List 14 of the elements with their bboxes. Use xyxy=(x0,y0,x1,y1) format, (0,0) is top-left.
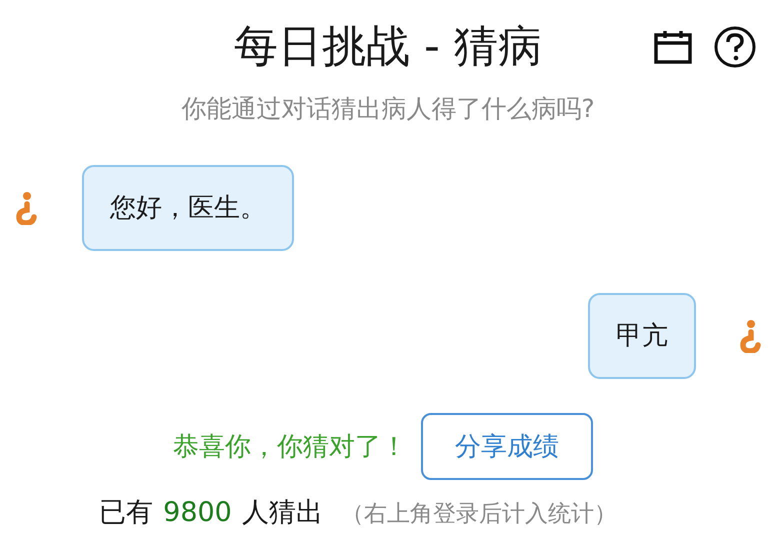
help-icon[interactable] xyxy=(714,26,756,68)
stats-suffix: 人猜出 xyxy=(242,496,323,530)
login-note: （右上角登录后计入统计） xyxy=(340,500,617,529)
subtitle: 你能通过对话猜出病人得了什么病吗? xyxy=(180,93,596,125)
stats-prefix: 已有 xyxy=(99,496,154,530)
inverted-question-icon xyxy=(738,319,762,353)
chat-bubble: 您好，医生。 xyxy=(82,165,294,251)
inverted-question-icon xyxy=(14,191,38,225)
page-title: 每日挑战 - 猜病 xyxy=(234,20,542,74)
success-message: 恭喜你，你猜对了！ xyxy=(173,431,407,464)
calendar-icon[interactable] xyxy=(654,30,692,64)
share-button[interactable]: 分享成绩 xyxy=(421,413,593,480)
chat-bubble: 甲亢 xyxy=(588,293,696,379)
guess-count: 9800 xyxy=(163,497,232,528)
